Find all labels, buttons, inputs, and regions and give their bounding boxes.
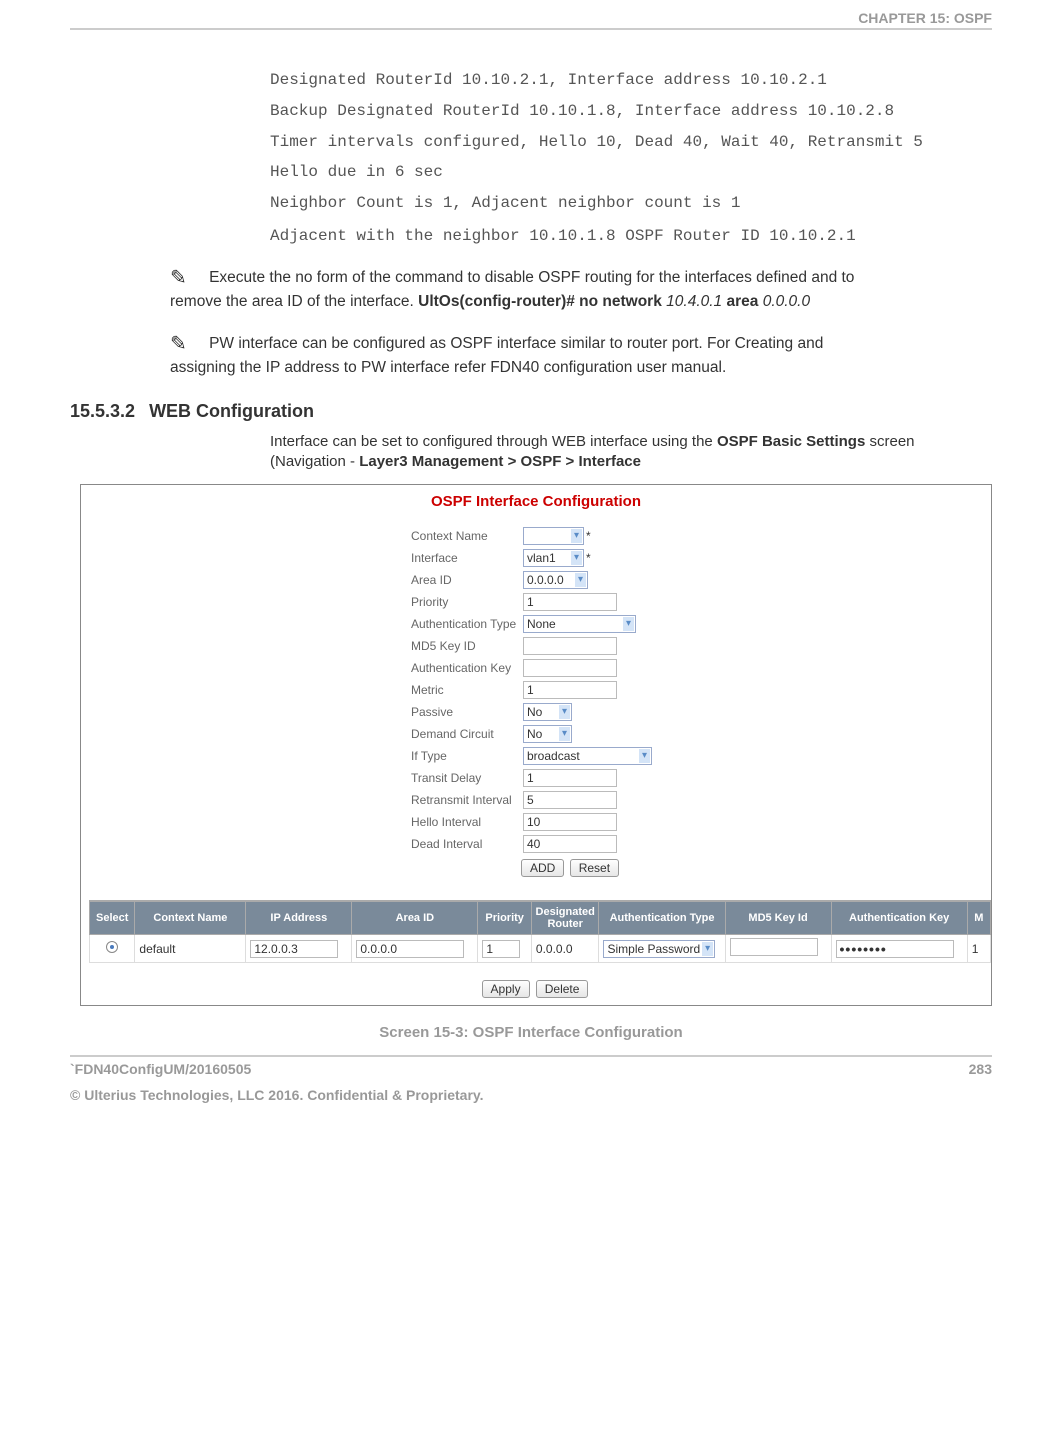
select-passive[interactable]: No [523,703,572,721]
cell-context: default [135,935,246,963]
label-transit: Transit Delay [411,771,523,785]
label-iftype: If Type [411,749,523,763]
label-area: Area ID [411,573,523,587]
label-demand: Demand Circuit [411,727,523,741]
note-1: ✎ Execute the no form of the command to … [170,265,892,313]
footer-copyright: © Ulterius Technologies, LLC 2016. Confi… [70,1087,992,1103]
footer-page-number: 283 [969,1061,992,1077]
chapter-header: CHAPTER 15: OSPF [70,10,992,30]
cell-authkey[interactable]: •••••••• [836,940,954,958]
note-1-cmd-kw: area [726,293,758,310]
select-context[interactable] [523,527,584,545]
cell-md5[interactable] [730,938,818,956]
terminal-output-2: Backup Designated RouterId 10.10.1.8, In… [270,101,992,122]
select-iftype[interactable]: broadcast [523,747,652,765]
screenshot-title: OSPF Interface Configuration [81,485,991,510]
apply-button[interactable]: Apply [482,980,530,998]
input-metric[interactable]: 1 [523,681,617,699]
th-select: Select [90,902,135,935]
label-hello: Hello Interval [411,815,523,829]
th-authtype: Authentication Type [599,902,725,935]
terminal-output-4: Hello due in 6 sec [270,162,992,183]
label-passive: Passive [411,705,523,719]
note-2-text: PW interface can be configured as OSPF i… [170,335,823,376]
th-dr: Designated Router [531,902,599,935]
input-transit[interactable]: 1 [523,769,617,787]
section-body: Interface can be set to configured throu… [270,432,922,473]
select-area[interactable]: 0.0.0.0 [523,571,588,589]
label-dead: Dead Interval [411,837,523,851]
row-select-radio[interactable] [106,941,118,953]
note-1-cmd-arg1: 10.4.0.1 [662,293,727,310]
screenshot-ospf-interface: OSPF Interface Configuration Context Nam… [80,484,992,1006]
th-m: M [967,902,990,935]
cell-priority[interactable]: 1 [482,940,520,958]
input-hello[interactable]: 10 [523,813,617,831]
th-md5: MD5 Key Id [725,902,831,935]
ospf-form: Context Name* Interfacevlan1* Area ID0.0… [411,525,652,875]
th-area: Area ID [352,902,478,935]
th-context: Context Name [135,902,246,935]
label-priority: Priority [411,595,523,609]
terminal-output-6: Adjacent with the neighbor 10.10.1.8 OSP… [270,226,992,247]
table-header-row: Select Context Name IP Address Area ID P… [90,902,991,935]
note-1-cmd-arg2: 0.0.0.0 [758,293,810,310]
label-md5: MD5 Key ID [411,639,523,653]
pencil-icon: ✎ [170,331,187,358]
label-interface: Interface [411,551,523,565]
input-authkey[interactable] [523,659,617,677]
select-demand[interactable]: No [523,725,572,743]
note-2: ✎ PW interface can be configured as OSPF… [170,331,892,379]
label-retransmit: Retransmit Interval [411,793,523,807]
screenshot-caption: Screen 15-3: OSPF Interface Configuratio… [70,1024,992,1041]
section-number: 15.5.3.2 [70,401,135,421]
terminal-output-1: Designated RouterId 10.10.2.1, Interface… [270,70,992,91]
input-dead[interactable]: 40 [523,835,617,853]
cell-m: 1 [967,935,990,963]
th-authkey: Authentication Key [831,902,967,935]
add-button[interactable]: ADD [521,859,564,877]
reset-button[interactable]: Reset [570,859,619,877]
th-priority: Priority [478,902,531,935]
cell-authtype[interactable]: Simple Password [603,940,715,958]
section-title: WEB Configuration [149,401,314,421]
table-row: default 12.0.0.3 0.0.0.0 1 0.0.0.0 Simpl… [90,935,991,963]
select-interface[interactable]: vlan1 [523,549,584,567]
th-ip: IP Address [246,902,352,935]
label-authkey: Authentication Key [411,661,523,675]
footer-doc-id: `FDN40ConfigUM/20160505 [70,1061,251,1077]
cell-ip[interactable]: 12.0.0.3 [250,940,338,958]
section-heading: 15.5.3.2 WEB Configuration [70,401,992,422]
input-md5[interactable] [523,637,617,655]
note-1-cmd-prompt: UltOs(config-router)# no network [418,293,662,310]
label-metric: Metric [411,683,523,697]
terminal-output-5: Neighbor Count is 1, Adjacent neighbor c… [270,193,992,214]
page-footer: `FDN40ConfigUM/20160505 283 [70,1055,992,1077]
ospf-interface-table: Select Context Name IP Address Area ID P… [89,900,991,963]
cell-dr: 0.0.0.0 [531,935,599,963]
pencil-icon: ✎ [170,265,187,292]
delete-button[interactable]: Delete [536,980,589,998]
cell-area[interactable]: 0.0.0.0 [356,940,464,958]
input-retransmit[interactable]: 5 [523,791,617,809]
select-authtype[interactable]: None [523,615,636,633]
terminal-output-3: Timer intervals configured, Hello 10, De… [270,132,992,153]
input-priority[interactable]: 1 [523,593,617,611]
label-context: Context Name [411,529,523,543]
label-authtype: Authentication Type [411,617,523,631]
